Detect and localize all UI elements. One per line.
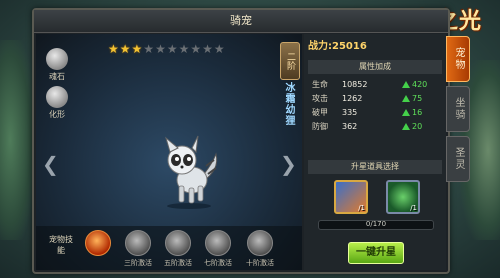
skill-slot-5[interactable]: 十阶激活	[246, 230, 274, 268]
transform-label: 化形	[49, 110, 65, 119]
skill-slot-3[interactable]: 五阶激活	[164, 230, 192, 268]
pet-model	[165, 135, 218, 209]
star-empty-icon: ★	[155, 42, 166, 56]
attr-row-attack: 攻击 1262 75	[308, 92, 442, 105]
stats-area: 战力:25016 属性加成 生命 10852 420 攻击 1262 75 破甲…	[304, 34, 446, 270]
pet-display-area: ★ ★ ★ ★ ★ ★ ★ ★ ★ ★ 魂石 化形 二阶 冰霜幼狸 ❮ ❯ 宠物…	[36, 34, 302, 270]
skill-slot-4[interactable]: 七阶激活	[204, 230, 232, 268]
skill-locked-icon	[205, 230, 231, 256]
skill-slot-1[interactable]	[84, 230, 112, 258]
next-pet-arrow[interactable]: ❯	[280, 152, 297, 176]
upgrade-items-title: 升星道具选择	[308, 160, 442, 174]
skill-locked-icon	[125, 230, 151, 256]
background-foliage-left	[0, 40, 34, 240]
attr-value: 335	[342, 108, 358, 117]
star-empty-icon: ★	[178, 42, 190, 56]
skill-locked-icon	[247, 230, 273, 256]
soul-stone-button[interactable]: 魂石	[42, 48, 72, 82]
soul-stone-label: 魂石	[49, 72, 65, 81]
attr-bonus: 75	[412, 94, 423, 103]
up-arrow-icon	[402, 123, 410, 130]
attr-value: 362	[342, 122, 358, 131]
attr-value: 1262	[342, 94, 363, 103]
attr-row-hp: 生命 10852 420	[308, 78, 442, 91]
prev-pet-arrow[interactable]: ❮	[42, 152, 59, 176]
attr-bonus: 16	[412, 108, 423, 117]
transform-icon	[46, 86, 68, 108]
item-count: /1	[410, 204, 417, 212]
tab-spirit[interactable]: 圣灵	[446, 136, 470, 182]
tab-pet[interactable]: 宠物	[446, 36, 470, 82]
fire-skill-icon	[85, 230, 111, 256]
tab-mount[interactable]: 坐骑	[446, 86, 470, 132]
star-rating: ★ ★ ★ ★ ★ ★ ★ ★ ★ ★	[108, 42, 225, 56]
star-empty-icon: ★	[202, 42, 213, 56]
attr-bonus: 20	[412, 122, 423, 131]
star-filled-icon: ★	[119, 42, 131, 56]
attr-row-defense: 防御 362 20	[308, 120, 442, 133]
attr-name: 破甲	[312, 108, 328, 117]
one-click-upgrade-button[interactable]: 一键升星	[348, 242, 404, 264]
panel-title: 骑宠	[34, 10, 448, 33]
item-count: /1	[358, 204, 365, 212]
star-filled-icon: ★	[131, 42, 143, 56]
attr-name: 防御	[312, 122, 328, 131]
up-arrow-icon	[402, 81, 410, 88]
star-empty-icon: ★	[190, 42, 202, 56]
transform-button[interactable]: 化形	[42, 86, 72, 120]
skill-label: 十阶激活	[246, 259, 274, 267]
star-empty-icon: ★	[143, 42, 155, 56]
skill-locked-icon	[165, 230, 191, 256]
up-arrow-icon	[402, 109, 410, 116]
attr-value: 10852	[342, 80, 368, 89]
rank-tag: 二阶	[280, 42, 300, 80]
star-filled-icon: ★	[108, 42, 119, 56]
combat-power: 战力:25016	[308, 38, 442, 56]
skill-label: 三阶激活	[124, 259, 152, 267]
skills-bar: 宠物技能 三阶激活 五阶激活 七阶激活 十阶激活	[36, 226, 302, 270]
star-empty-icon: ★	[213, 42, 225, 56]
up-arrow-icon	[402, 95, 410, 102]
attr-title: 属性加成	[308, 60, 442, 74]
skill-label: 五阶激活	[164, 259, 192, 267]
star-empty-icon: ★	[166, 42, 178, 56]
upgrade-item-slot-2[interactable]: /1	[386, 180, 420, 214]
power-label: 战力:	[308, 41, 332, 52]
skill-label: 七阶激活	[204, 259, 232, 267]
skill-slot-2[interactable]: 三阶激活	[124, 230, 152, 268]
progress-text: 0/170	[365, 220, 387, 228]
skills-label: 宠物技能	[49, 235, 73, 255]
power-value: 25016	[332, 41, 367, 52]
attr-name: 攻击	[312, 94, 328, 103]
attr-name: 生命	[312, 80, 328, 89]
pet-panel: 骑宠 ★★★★★★★★★★ 魂石 化形 二阶 冰霜幼狸 ❮ ❯	[32, 8, 450, 274]
pet-name: 冰霜幼狸	[283, 82, 294, 126]
soul-stone-icon	[46, 48, 68, 70]
upgrade-item-slot-1[interactable]: /1	[334, 180, 368, 214]
attr-bonus: 420	[412, 80, 428, 89]
attr-row-armor-break: 破甲 335 16	[308, 106, 442, 119]
